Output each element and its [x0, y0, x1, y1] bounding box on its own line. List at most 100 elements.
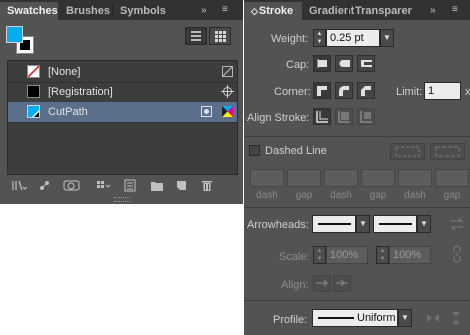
tab-symbols[interactable]: Symbols — [113, 2, 173, 20]
flip-across-icon[interactable] — [449, 311, 463, 328]
list-view-icon — [191, 31, 201, 41]
align-outside-button[interactable] — [357, 108, 375, 125]
swatch-name: [Registration] — [48, 86, 113, 98]
preserve-dash-button[interactable] — [390, 143, 425, 160]
scale-end-input[interactable]: 100% — [389, 246, 431, 264]
arrow-tip-beyond-icon — [316, 279, 328, 287]
dashed-line-label: Dashed Line — [265, 145, 327, 157]
dash-label: dash — [330, 190, 352, 201]
no-arrowhead-icon — [318, 223, 351, 225]
weight-stepper[interactable]: ▲ ▼ — [313, 29, 326, 47]
gap-field-3[interactable] — [435, 169, 469, 187]
fill-stroke-proxy[interactable] — [5, 25, 37, 55]
gap-label: gap — [369, 190, 387, 201]
gap-field-1[interactable] — [287, 169, 321, 187]
stroke-panel: ◇Stroke Gradient Transparency » ≡ Weight… — [244, 0, 470, 335]
start-arrowhead-select[interactable] — [312, 215, 356, 233]
projecting-cap-icon — [361, 60, 372, 67]
weight-input[interactable]: 0.25 pt — [326, 29, 380, 47]
uniform-profile-icon — [318, 317, 354, 319]
tab-stroke[interactable]: ◇Stroke — [244, 2, 302, 20]
align-center-button[interactable] — [313, 108, 331, 125]
swatch-row-registration[interactable]: [Registration] — [8, 82, 237, 103]
show-kinds-icon[interactable] — [96, 179, 112, 195]
bevel-join-icon — [361, 86, 371, 96]
registration-swatch-chip — [27, 85, 40, 98]
gap-field-2[interactable] — [361, 169, 395, 187]
place-swatches-icon[interactable] — [39, 179, 51, 195]
align-label: Align: — [281, 279, 309, 291]
panel-collapse-icon[interactable]: » — [201, 5, 207, 16]
round-cap-icon — [339, 60, 350, 67]
swatches-tabbar: Swatches Brushes Symbols » ≡ — [0, 0, 243, 20]
tab-expand-icon: ◇ — [251, 6, 258, 16]
list-view-button[interactable] — [185, 27, 207, 45]
start-arrowhead-dropdown[interactable]: ▼ — [356, 215, 370, 233]
scale-start-stepper[interactable]: ▲ ▼ — [313, 246, 326, 264]
dash-label: dash — [404, 190, 426, 201]
align-inside-icon — [338, 111, 350, 123]
resize-grip[interactable] — [114, 197, 130, 202]
align-dash-icon — [435, 146, 460, 157]
tab-swatches[interactable]: Swatches — [0, 2, 58, 20]
limit-unit: x — [465, 86, 470, 98]
tab-transparency[interactable]: Transparency — [348, 2, 412, 20]
swatch-row-none[interactable]: [None] — [8, 62, 237, 83]
bevel-join-button[interactable] — [357, 82, 375, 99]
spot-color-icon — [201, 106, 212, 117]
round-join-button[interactable] — [335, 82, 353, 99]
dash-field-3[interactable] — [398, 169, 432, 187]
arrowheads-label: Arrowheads: — [247, 219, 309, 231]
thumbnail-view-button[interactable] — [209, 27, 231, 45]
profile-dropdown[interactable]: ▼ — [398, 309, 412, 327]
align-stroke-label: Align Stroke: — [247, 112, 310, 124]
round-cap-button[interactable] — [335, 55, 353, 72]
link-scale-icon[interactable] — [450, 245, 464, 266]
projecting-cap-button[interactable] — [357, 55, 375, 72]
weight-dropdown[interactable]: ▼ — [380, 29, 394, 47]
scale-end-stepper[interactable]: ▲ ▼ — [376, 246, 389, 264]
swatches-panel: Swatches Brushes Symbols » ≡ [None] [Reg… — [0, 0, 243, 204]
fill-swatch[interactable] — [6, 26, 23, 43]
scale-label: Scale: — [279, 251, 310, 263]
round-join-icon — [339, 86, 349, 96]
panel-collapse-icon[interactable]: » — [430, 5, 436, 16]
section-divider — [244, 136, 470, 137]
panel-menu-icon[interactable]: ≡ — [452, 4, 458, 15]
align-dash-button[interactable] — [430, 143, 465, 160]
swap-arrowheads-icon[interactable] — [449, 216, 465, 235]
swatch-libraries-icon[interactable] — [11, 179, 28, 195]
end-arrowhead-select[interactable] — [373, 215, 417, 233]
end-arrowhead-dropdown[interactable]: ▼ — [417, 215, 431, 233]
dashed-line-checkbox[interactable] — [249, 145, 260, 156]
delete-swatch-icon[interactable] — [201, 179, 213, 195]
scale-start-input[interactable]: 100% — [326, 246, 368, 264]
tab-brushes[interactable]: Brushes — [59, 2, 117, 20]
align-inside-button[interactable] — [335, 108, 353, 125]
arrow-tip-at-end-icon — [336, 279, 347, 287]
miter-join-button[interactable] — [313, 82, 331, 99]
tab-stroke-label: Stroke — [258, 5, 294, 17]
swatch-name: [None] — [48, 66, 81, 78]
weight-label: Weight: — [271, 33, 309, 45]
preserve-dash-icon — [395, 146, 420, 157]
new-swatch-icon[interactable] — [175, 179, 188, 195]
arrow-tip-at-end-button[interactable] — [333, 275, 351, 292]
panel-menu-icon[interactable]: ≡ — [222, 4, 228, 15]
swatch-row-cutpath[interactable]: CutPath — [8, 102, 237, 123]
cmyk-mode-icon — [222, 106, 233, 117]
profile-label: Profile: — [273, 314, 308, 326]
butt-cap-button[interactable] — [313, 55, 331, 72]
swatch-options-icon[interactable] — [124, 179, 136, 195]
miter-join-icon — [317, 86, 327, 96]
new-color-group-icon[interactable] — [150, 179, 164, 195]
align-center-icon — [316, 111, 328, 123]
butt-cap-icon — [317, 59, 327, 68]
arrow-tip-beyond-button[interactable] — [313, 275, 331, 292]
color-group-icon[interactable] — [63, 179, 81, 195]
profile-select[interactable]: Uniform — [312, 309, 398, 327]
flip-along-icon[interactable] — [426, 311, 440, 328]
limit-input[interactable]: 1 — [424, 82, 461, 100]
dash-field-2[interactable] — [324, 169, 358, 187]
dash-field-1[interactable] — [250, 169, 284, 187]
